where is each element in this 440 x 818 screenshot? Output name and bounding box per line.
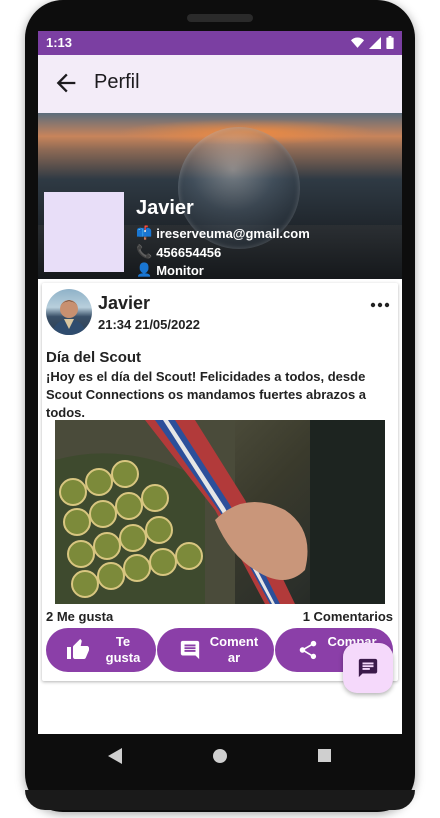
status-icons — [351, 36, 394, 49]
post-author: Javier — [98, 293, 151, 313]
post-title: Día del Scout — [46, 349, 142, 366]
author-avatar[interactable] — [46, 289, 92, 335]
battery-icon — [386, 36, 394, 49]
status-bar: 1:13 — [38, 31, 402, 55]
profile-phone-row: 📞 456654456 — [136, 244, 221, 260]
profile-name: Javier — [136, 197, 194, 219]
phone-frame-bottom — [25, 790, 415, 810]
status-time: 1:13 — [46, 35, 73, 50]
person-photo-icon — [52, 300, 86, 335]
system-nav-bar — [38, 734, 402, 778]
like-button-label: Te gusta — [105, 634, 141, 665]
profile-banner: Javier 📫 ireserveuma@gmail.com 📞 4566544… — [38, 113, 402, 279]
comment-button[interactable]: Comentar — [157, 628, 274, 672]
profile-photo[interactable] — [44, 192, 124, 272]
post-date: 21:34 21/05/2022 — [98, 317, 200, 332]
profile-role: Monitor — [156, 262, 204, 278]
post-card: Javier 21:34 21/05/2022 Día del Scout ¡H… — [42, 283, 398, 681]
nav-recents-icon[interactable] — [318, 749, 331, 762]
like-button[interactable]: Te gusta — [46, 628, 156, 672]
thumb-up-icon — [67, 639, 89, 659]
back-arrow-icon[interactable] — [52, 69, 80, 97]
app-bar: Perfil — [38, 55, 402, 113]
page-title: Perfil — [94, 71, 140, 93]
share-icon — [299, 640, 317, 660]
person-icon: 👤 — [136, 262, 153, 277]
more-options-icon[interactable] — [370, 301, 390, 309]
nav-home-icon[interactable] — [213, 749, 227, 763]
comments-count[interactable]: 1 Comentarios — [303, 609, 393, 624]
phone-icon: 📞 — [136, 244, 153, 259]
scout-badges-photo — [55, 420, 385, 604]
nav-back-icon[interactable] — [108, 748, 122, 764]
profile-email-row: 📫 ireserveuma@gmail.com — [136, 225, 310, 241]
chat-fab[interactable] — [343, 643, 393, 693]
screen: 1:13 Perfil Javier 📫 ireserveuma@gmail.c… — [38, 31, 402, 734]
comment-icon — [180, 640, 200, 660]
profile-email: ireserveuma@gmail.com — [156, 225, 310, 241]
profile-role-row: 👤 Monitor — [136, 262, 204, 278]
likes-count[interactable]: 2 Me gusta — [46, 609, 113, 624]
chat-icon — [358, 658, 378, 678]
profile-phone: 456654456 — [156, 244, 222, 260]
phone-speaker — [187, 14, 253, 22]
wifi-icon — [351, 37, 364, 48]
signal-icon — [369, 36, 381, 49]
mailbox-icon: 📫 — [136, 225, 153, 240]
post-image[interactable] — [55, 420, 385, 604]
post-body: ¡Hoy es el día del Scout! Felicidades a … — [46, 369, 367, 420]
comment-button-label: Comentar — [209, 634, 259, 665]
